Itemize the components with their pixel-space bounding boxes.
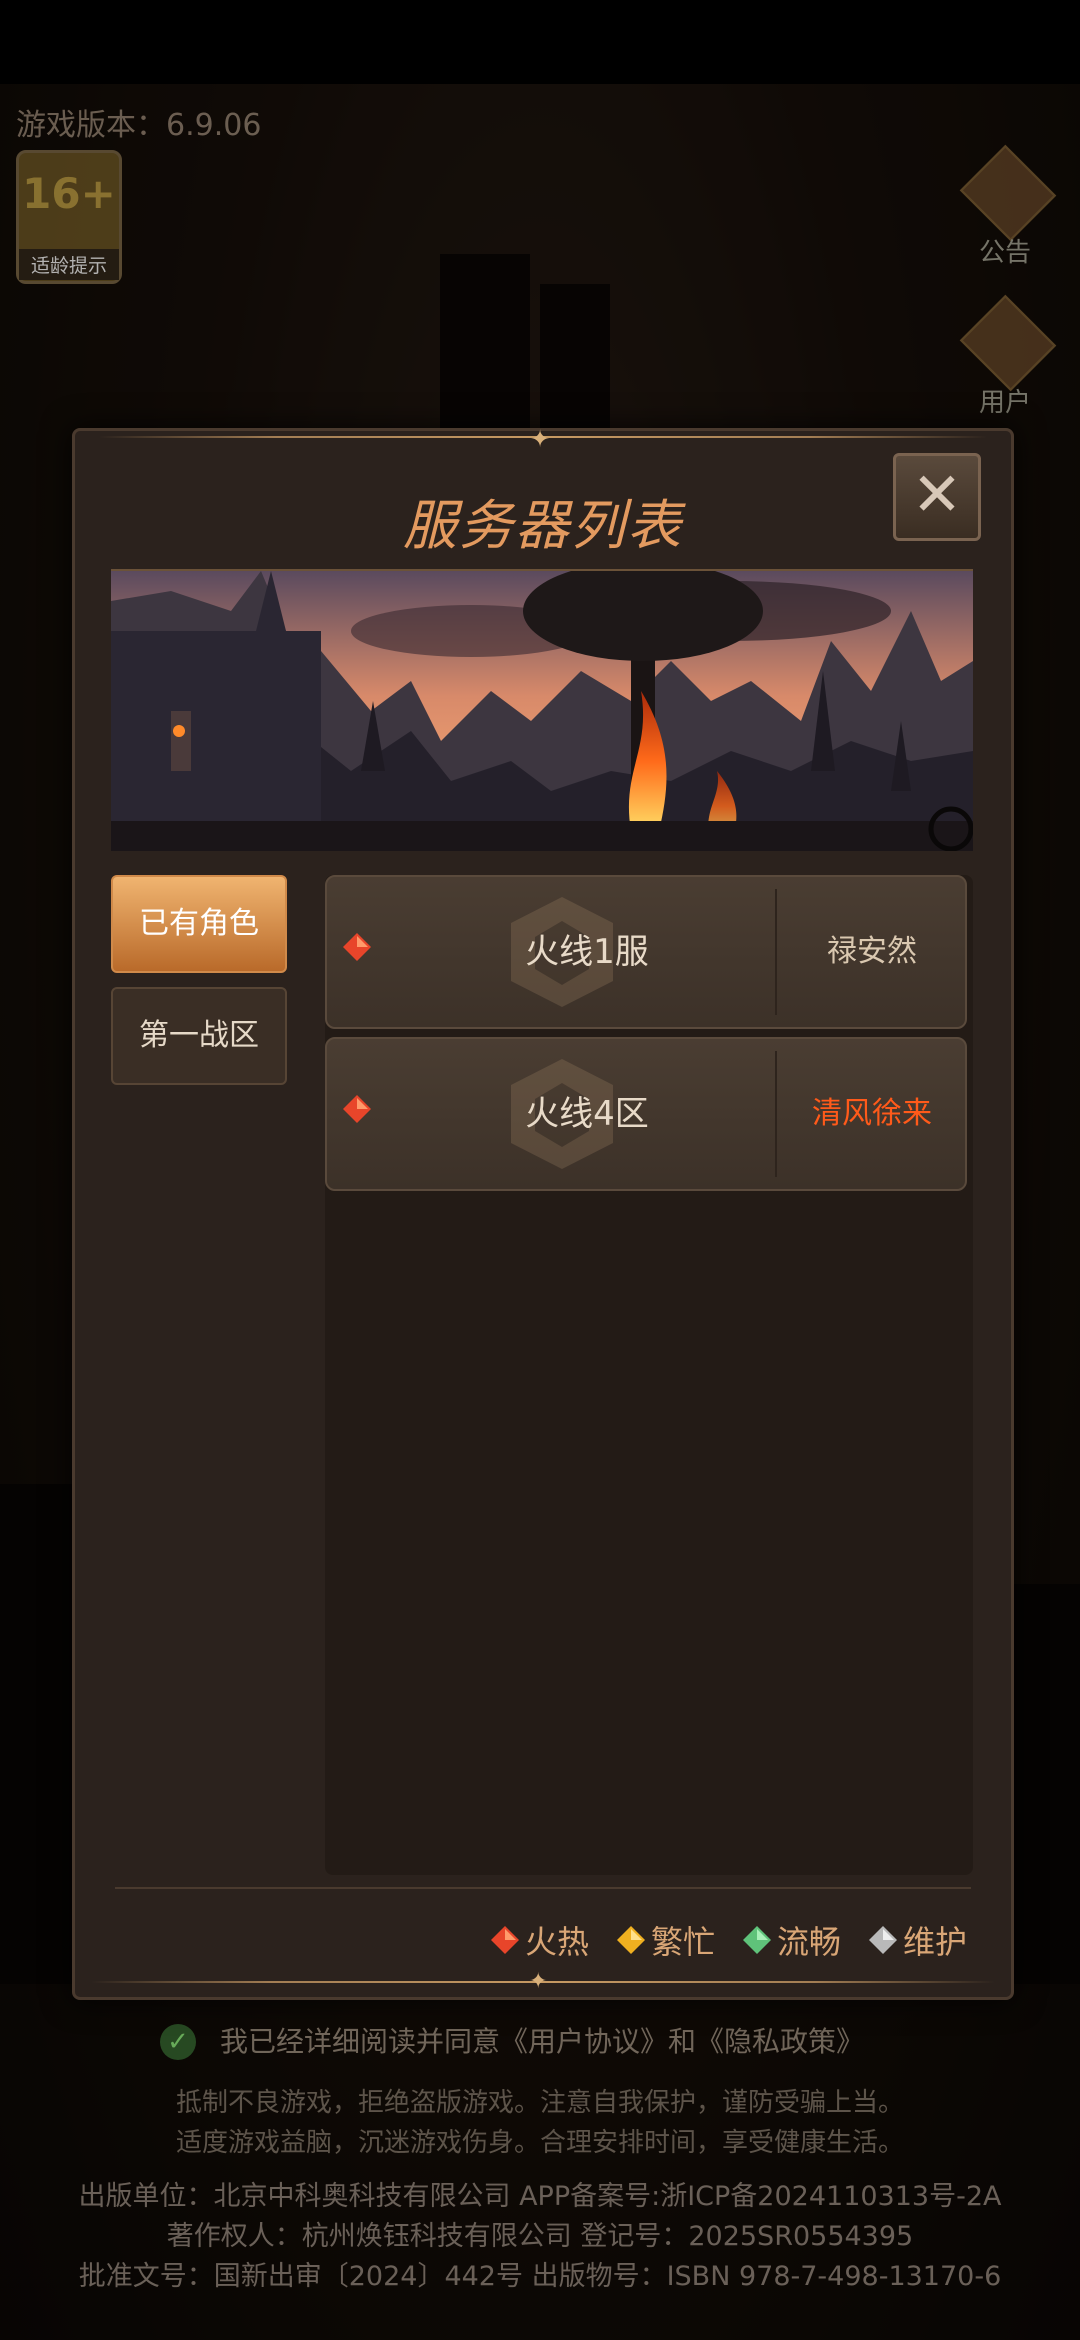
footer-approval: 批准文号：国新出审〔2024〕442号 出版物号：ISBN 978-7-498-… bbox=[78, 2261, 1002, 2292]
tab-first-war-zone[interactable]: 第一战区 bbox=[111, 987, 287, 1085]
legend-smooth: 流畅 bbox=[741, 1917, 841, 1963]
health-notice-line-2: 适度游戏益脑，沉迷游戏伤身。合理安排时间，享受健康生活。 bbox=[175, 2128, 904, 2158]
legend-maintenance: 维护 bbox=[867, 1917, 967, 1963]
health-notice-line-1: 抵制不良游戏，拒绝盗版游戏。注意自我保护，谨防受骗上当。 bbox=[175, 2088, 904, 2118]
legend-maintenance-label: 维护 bbox=[902, 1923, 967, 1961]
server-row[interactable]: 火线1服 禄安然 bbox=[325, 875, 967, 1029]
consent-text[interactable]: 我已经详细阅读并同意《用户协议》和《隐私政策》 bbox=[220, 2020, 864, 2060]
legend-divider bbox=[115, 1887, 971, 1889]
banner-image bbox=[111, 569, 973, 851]
hot-gem-icon bbox=[490, 1926, 519, 1954]
footer-publisher: 出版单位：北京中科奥科技有限公司 APP备案号:浙ICP备2024110313号… bbox=[78, 2181, 1002, 2212]
row-divider bbox=[775, 1051, 777, 1177]
status-legend: 火热 繁忙 流畅 维护 bbox=[489, 1917, 967, 1963]
announcement-label: 公告 bbox=[978, 238, 1031, 268]
age-rating-badge[interactable]: 16+ 适龄提示 bbox=[16, 150, 122, 284]
tab-existing-characters[interactable]: 已有角色 bbox=[111, 875, 287, 973]
hot-status-gem-icon bbox=[343, 1095, 371, 1123]
legend-smooth-label: 流畅 bbox=[776, 1923, 841, 1961]
smooth-gem-icon bbox=[742, 1926, 771, 1954]
row-divider bbox=[775, 889, 777, 1015]
screen: 游戏版本：6.9.06 16+ 适龄提示 公告 用户 ✓ 我已经详细阅读并同意《… bbox=[0, 0, 1080, 2340]
server-row[interactable]: 火线4区 清风徐来 bbox=[325, 1037, 967, 1191]
close-icon: ✕ bbox=[911, 460, 963, 530]
legend-hot-label: 火热 bbox=[524, 1923, 589, 1961]
hot-status-gem-icon bbox=[343, 933, 371, 961]
server-name: 火线4区 bbox=[525, 1094, 649, 1134]
busy-gem-icon bbox=[616, 1926, 645, 1954]
server-name: 火线1服 bbox=[525, 932, 649, 972]
consent-checkbox[interactable]: ✓ bbox=[160, 2024, 196, 2060]
user-button[interactable]: 用户 bbox=[950, 294, 1060, 420]
status-bar bbox=[0, 0, 1080, 84]
server-list: 火线1服 禄安然 火线4区 清风徐来 bbox=[325, 875, 973, 1875]
character-name-highlighted: 清风徐来 bbox=[812, 1096, 932, 1131]
user-label: 用户 bbox=[978, 388, 1031, 418]
character-name: 禄安然 bbox=[827, 934, 917, 969]
server-list-dialog: ✦ 服务器列表 ✕ 已有角色 第一战区 火线1服 禄安然 火线4区 清风徐来 火… bbox=[72, 425, 1014, 2000]
diamond-ornament-icon: ✦ bbox=[530, 425, 551, 453]
burning-city-artwork bbox=[111, 571, 973, 851]
age-rating-label: 适龄提示 bbox=[19, 249, 119, 280]
dialog-title: 服务器列表 bbox=[403, 494, 683, 557]
maintenance-gem-icon bbox=[868, 1926, 897, 1954]
footer-copyright: 著作权人：杭州焕钰科技有限公司 登记号：2025SR0554395 bbox=[166, 2221, 914, 2252]
version-label: 游戏版本：6.9.06 bbox=[16, 108, 262, 143]
age-rating-number: 16+ bbox=[22, 169, 116, 218]
diamond-ornament-icon: ✦ bbox=[529, 1969, 548, 1994]
horn-icon bbox=[959, 144, 1057, 242]
id-card-icon bbox=[959, 294, 1057, 392]
legend-busy-label: 繁忙 bbox=[650, 1923, 715, 1961]
legend-hot: 火热 bbox=[489, 1917, 589, 1963]
announcement-button[interactable]: 公告 bbox=[950, 144, 1060, 270]
legend-busy: 繁忙 bbox=[615, 1917, 715, 1963]
close-button[interactable]: ✕ bbox=[893, 453, 981, 541]
